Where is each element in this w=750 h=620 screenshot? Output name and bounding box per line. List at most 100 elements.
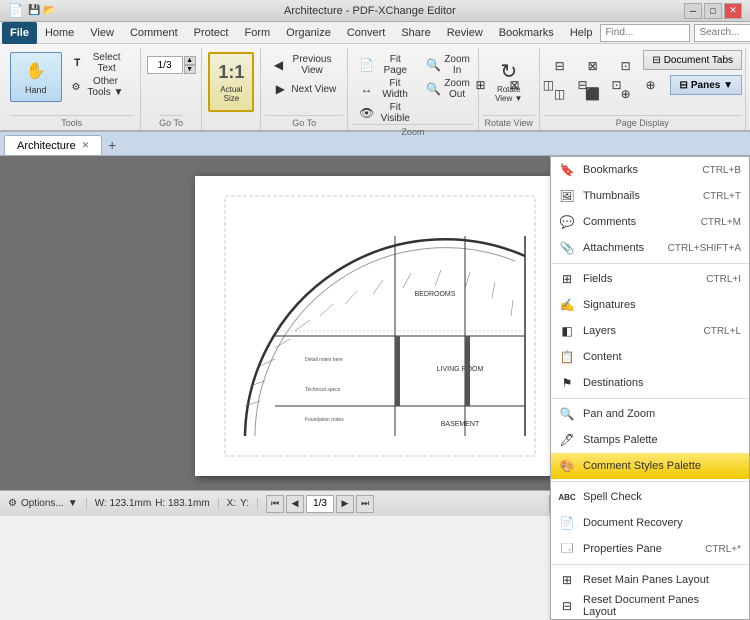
panes-dropdown-menu: 🔖 Bookmarks CTRL+B 🖼 Thumbnails CTRL+T 💬… xyxy=(550,156,750,620)
panes-reset-main[interactable]: ⊞ Reset Main Panes Layout xyxy=(551,567,749,593)
next-view-button[interactable]: ▶ Next View xyxy=(265,78,343,100)
close-button[interactable]: ✕ xyxy=(724,3,742,19)
first-page-button[interactable]: ⏮ xyxy=(266,495,284,513)
page-number-input[interactable] xyxy=(147,56,183,74)
page-down-arrow[interactable]: ▼ xyxy=(184,65,196,74)
options-label[interactable]: Options... xyxy=(21,498,64,509)
menu-protect[interactable]: Protect xyxy=(186,22,237,44)
toolbar-icon6[interactable]: ⊕ xyxy=(634,74,666,96)
toolbar-icon2[interactable]: ⊠ xyxy=(498,74,530,96)
separator1 xyxy=(551,263,749,264)
panes-spell-check[interactable]: ABC Spell Check xyxy=(551,484,749,510)
maximize-button[interactable]: □ xyxy=(704,3,722,19)
search-input[interactable] xyxy=(694,24,750,42)
tab-close-button[interactable]: ✕ xyxy=(82,140,90,151)
actual-size-button[interactable]: 1:1 ActualSize xyxy=(208,52,254,112)
fields-icon: ⊞ xyxy=(559,271,575,287)
menu-form[interactable]: Form xyxy=(237,22,279,44)
dimensions-section: W: 123.1mm H: 183.1mm xyxy=(95,498,219,509)
panes-label: Panes ▼ xyxy=(691,80,733,91)
panes-properties[interactable]: 🗔 Properties Pane CTRL+* xyxy=(551,536,749,562)
fit-visible-button[interactable]: 👁 Fit Visible xyxy=(352,102,420,124)
hand-tool-button[interactable]: ✋ Hand xyxy=(10,52,62,102)
panes-comments[interactable]: 💬 Comments CTRL+M xyxy=(551,209,749,235)
select-text-button[interactable]: 𝐓 Select Text xyxy=(64,52,134,74)
menu-convert[interactable]: Convert xyxy=(339,22,394,44)
minimize-button[interactable]: ─ xyxy=(684,3,702,19)
panes-reset-doc[interactable]: ⊟ Reset Document Panes Layout xyxy=(551,593,749,619)
y-label: Y: xyxy=(240,498,249,509)
svg-text:LIVING ROOM: LIVING ROOM xyxy=(437,366,484,373)
panes-signatures[interactable]: ✍ Signatures xyxy=(551,292,749,318)
menu-view[interactable]: View xyxy=(82,22,122,44)
previous-view-button[interactable]: ◀ Previous View xyxy=(265,54,343,76)
find-input[interactable] xyxy=(600,24,690,42)
properties-icon: 🗔 xyxy=(559,541,575,557)
menu-comment[interactable]: Comment xyxy=(122,22,186,44)
toolbar-icon5[interactable]: ⊡ xyxy=(600,74,632,96)
fit-width-button[interactable]: ↔ Fit Width xyxy=(352,78,420,100)
panes-fields[interactable]: ⊞ Fields CTRL+I xyxy=(551,266,749,292)
tools-group-label: Tools xyxy=(10,115,134,128)
menu-review[interactable]: Review xyxy=(439,22,491,44)
prev-page-button[interactable]: ◀ xyxy=(286,495,304,513)
menu-help[interactable]: Help xyxy=(562,22,601,44)
toolbar-icon1[interactable]: ⊞ xyxy=(464,74,496,96)
options-section: ⚙ Options... ▼ xyxy=(8,498,87,509)
panes-comment-styles[interactable]: 🎨 Comment Styles Palette xyxy=(551,453,749,479)
prev-view-icon: ◀ xyxy=(272,57,284,73)
zoom-in-icon: 🔍 xyxy=(426,57,441,73)
document-tabs-button[interactable]: ⊟ Document Tabs xyxy=(643,50,742,70)
other-tools-button[interactable]: ⚙ Other Tools ▼ xyxy=(64,76,134,98)
next-page-button[interactable]: ▶ xyxy=(336,495,354,513)
menu-bookmarks[interactable]: Bookmarks xyxy=(491,22,562,44)
menu-bar: File Home View Comment Protect Form Orga… xyxy=(0,22,750,44)
page-group-label: Go To xyxy=(159,115,183,128)
menu-organize[interactable]: Organize xyxy=(278,22,339,44)
panes-destinations[interactable]: ⚑ Destinations xyxy=(551,370,749,396)
toolbar-icon4[interactable]: ⊟ xyxy=(566,74,598,96)
separator2 xyxy=(551,398,749,399)
stamps-icon: 🖊 xyxy=(559,432,575,448)
content-icon: 📋 xyxy=(559,349,575,365)
hand-icon: ✋ xyxy=(24,59,48,83)
signatures-icon: ✍ xyxy=(559,297,575,313)
panes-thumbnails[interactable]: 🖼 Thumbnails CTRL+T xyxy=(551,183,749,209)
svg-text:Technical specs: Technical specs xyxy=(305,387,341,393)
panes-button[interactable]: ⊟ Panes ▼ xyxy=(670,75,742,95)
pan-zoom-icon: 🔍 xyxy=(559,406,575,422)
svg-text:Foundation notes: Foundation notes xyxy=(305,417,344,423)
panes-content[interactable]: 📋 Content xyxy=(551,344,749,370)
comment-styles-icon: 🎨 xyxy=(559,458,575,474)
toolbar-icon3[interactable]: ◫ xyxy=(532,74,564,96)
fit-page-button[interactable]: 📄 Fit Page xyxy=(352,54,420,76)
last-page-button[interactable]: ⏭ xyxy=(356,495,374,513)
panes-stamps-palette[interactable]: 🖊 Stamps Palette xyxy=(551,427,749,453)
page-input[interactable] xyxy=(306,495,334,513)
select-text-icon: 𝐓 xyxy=(71,55,84,71)
panes-bookmarks[interactable]: 🔖 Bookmarks CTRL+B xyxy=(551,157,749,183)
panes-pan-zoom[interactable]: 🔍 Pan and Zoom xyxy=(551,401,749,427)
zoom-out-icon: 🔍 xyxy=(426,81,441,97)
fit-page-icon: 📄 xyxy=(359,57,374,73)
window-title: Architecture - PDF-XChange Editor xyxy=(56,5,684,17)
panes-layers[interactable]: ◧ Layers CTRL+L xyxy=(551,318,749,344)
reset-main-icon: ⊞ xyxy=(559,572,575,588)
find-area xyxy=(600,24,750,42)
page-up-arrow[interactable]: ▲ xyxy=(184,56,196,65)
svg-text:Detail notes here: Detail notes here xyxy=(305,357,343,363)
bookmarks-icon: 🔖 xyxy=(559,162,575,178)
architecture-tab[interactable]: Architecture ✕ xyxy=(4,135,102,155)
panes-attachments[interactable]: 📎 Attachments CTRL+SHIFT+A xyxy=(551,235,749,261)
panes-document-recovery[interactable]: 📄 Document Recovery xyxy=(551,510,749,536)
nav-controls: ⏮ ◀ ▶ ⏭ xyxy=(266,495,374,513)
new-tab-button[interactable]: + xyxy=(102,135,122,155)
reset-doc-icon: ⊟ xyxy=(559,598,575,614)
destinations-icon: ⚑ xyxy=(559,375,575,391)
menu-share[interactable]: Share xyxy=(393,22,438,44)
title-bar-left-icons: 💾 📂 xyxy=(28,5,56,16)
menu-file[interactable]: File xyxy=(2,22,37,44)
doc-recovery-icon: 📄 xyxy=(559,515,575,531)
dropdown-arrow-icon: ▼ xyxy=(68,498,78,509)
menu-home[interactable]: Home xyxy=(37,22,82,44)
